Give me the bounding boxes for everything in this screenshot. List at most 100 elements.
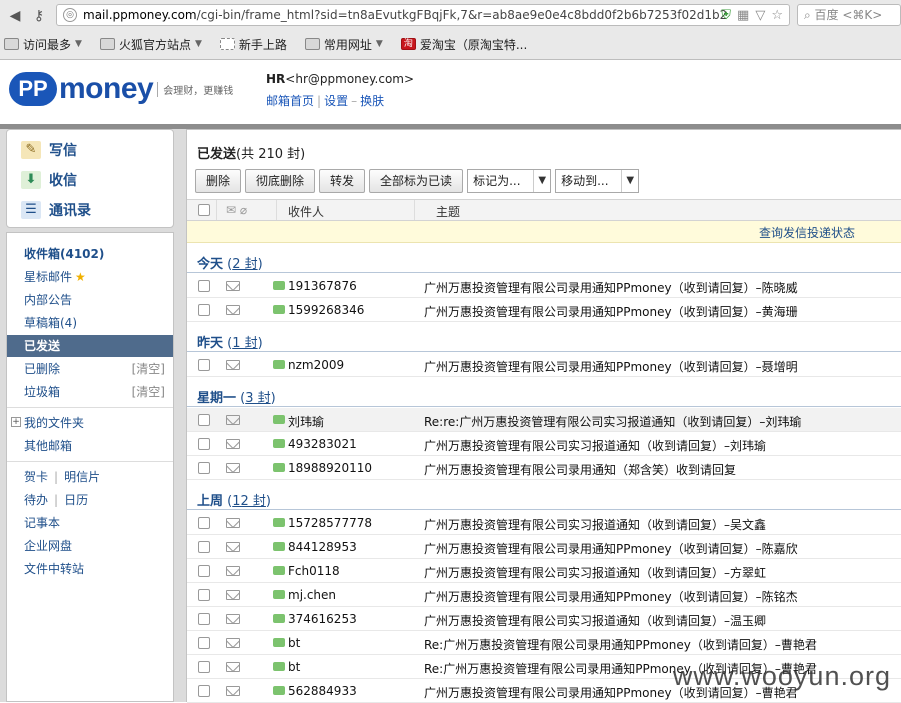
group-count-link[interactable]: 3 封 [245, 391, 270, 406]
table-row[interactable]: 1599268346 广州万惠投资管理有限公司录用通知PPmoney（收到请回复）… [187, 298, 901, 322]
mark-as-select[interactable]: 标记为... ▼ [467, 169, 552, 193]
folder-inbox[interactable]: 收件箱(4102) [7, 243, 173, 265]
subject[interactable]: 广州万惠投资管理有限公司实习报道通知（收到请回复）–吴文鑫 [424, 516, 766, 533]
row-checkbox[interactable] [198, 661, 210, 673]
clear-spam-link[interactable]: [清空] [132, 381, 165, 403]
recipient[interactable]: 493283021 [288, 437, 357, 451]
subject[interactable]: 广州万惠投资管理有限公司实习报道通知（收到请回复）–刘玮瑜 [424, 437, 766, 454]
subject[interactable]: 广州万惠投资管理有限公司录用通知（郑含笑）收到请回复 [424, 461, 736, 478]
subject[interactable]: 广州万惠投资管理有限公司实习报道通知（收到请回复）–方翠虹 [424, 564, 766, 581]
recipient[interactable]: 562884933 [288, 684, 357, 698]
recipient[interactable]: 18988920110 [288, 461, 372, 475]
folder-starred[interactable]: 星标邮件 ★ [7, 266, 173, 288]
table-row[interactable]: nzm2009 广州万惠投资管理有限公司录用通知PPmoney（收到请回复）–聂增… [187, 353, 901, 377]
folder-drafts[interactable]: 草稿箱(4) [7, 312, 173, 334]
row-checkbox[interactable] [198, 685, 210, 697]
recipient[interactable]: 1599268346 [288, 303, 364, 317]
link-postcard[interactable]: 明信片 [64, 470, 100, 484]
delivery-status-link[interactable]: 查询发信投递状态 [759, 224, 855, 241]
envelope-attachment-icon[interactable]: ✉ ⌀ [226, 203, 247, 217]
folder-announcements[interactable]: 内部公告 [7, 289, 173, 311]
row-checkbox[interactable] [198, 280, 210, 292]
shield-icon[interactable]: ⛨ [721, 8, 731, 23]
group-count[interactable]: (12 封) [223, 494, 271, 509]
recipient[interactable]: 刘玮瑜 [288, 413, 324, 430]
star-bookmark-icon[interactable]: ☆ [771, 8, 783, 23]
qr-code-icon[interactable]: ▦ [737, 8, 749, 23]
recipient[interactable]: bt [288, 636, 300, 650]
table-row[interactable]: 493283021 广州万惠投资管理有限公司实习报道通知（收到请回复）–刘玮瑜 [187, 432, 901, 456]
row-checkbox[interactable] [198, 589, 210, 601]
col-recipient[interactable]: 收件人 [288, 203, 324, 220]
subject[interactable]: Re:re:广州万惠投资管理有限公司实习报道通知（收到请回复）–刘玮瑜 [424, 413, 801, 430]
subject[interactable]: Re:广州万惠投资管理有限公司录用通知PPmoney（收到请回复）–曹艳君 [424, 636, 817, 653]
table-row[interactable]: 18988920110 广州万惠投资管理有限公司录用通知（郑含笑）收到请回复 [187, 456, 901, 480]
receive-button[interactable]: ⬇ 收信 [21, 169, 77, 191]
link-calendar[interactable]: 日历 [64, 493, 88, 507]
bookmark-most-visited[interactable]: 访问最多 ▼ [4, 36, 82, 53]
group-count[interactable]: (1 封) [223, 336, 263, 351]
recipient[interactable]: Fch0118 [288, 564, 340, 578]
back-icon[interactable]: ◀ [6, 7, 24, 25]
table-row[interactable]: 374616253 广州万惠投资管理有限公司实习报道通知（收到请回复）–温玉卿 [187, 607, 901, 631]
link-notepad[interactable]: 记事本 [7, 512, 173, 534]
group-count-link[interactable]: 1 封 [232, 336, 257, 351]
table-row[interactable]: 15728577778 广州万惠投资管理有限公司实习报道通知（收到请回复）–吴文鑫 [187, 511, 901, 535]
group-count-link[interactable]: 2 封 [232, 257, 257, 272]
other-mailbox[interactable]: 其他邮箱 [7, 435, 173, 457]
expand-icon[interactable]: + [11, 417, 21, 427]
table-row[interactable]: 191367876 广州万惠投资管理有限公司录用通知PPmoney（收到请回复）–… [187, 274, 901, 298]
recipient[interactable]: 844128953 [288, 540, 357, 554]
table-row[interactable]: Fch0118 广州万惠投资管理有限公司实习报道通知（收到请回复）–方翠虹 [187, 559, 901, 583]
link-mail-home[interactable]: 邮箱首页 [266, 94, 314, 108]
bookmark-getting-started[interactable]: 新手上路 [219, 36, 287, 53]
col-subject[interactable]: 主题 [436, 203, 460, 220]
row-checkbox[interactable] [198, 304, 210, 316]
link-settings[interactable]: 设置 [324, 94, 348, 108]
recipient[interactable]: 15728577778 [288, 516, 372, 530]
recipient[interactable]: mj.chen [288, 588, 336, 602]
group-count[interactable]: (2 封) [223, 257, 263, 272]
folder-deleted[interactable]: 已删除 [清空] [7, 358, 173, 380]
subject[interactable]: 广州万惠投资管理有限公司录用通知PPmoney（收到请回复）–陈晓威 [424, 279, 798, 296]
my-folders[interactable]: + 我的文件夹 [7, 412, 173, 434]
ppmoney-logo[interactable]: PP money 会理财，更赚钱 [9, 72, 233, 106]
row-checkbox[interactable] [198, 438, 210, 450]
link-file-transfer[interactable]: 文件中转站 [7, 558, 173, 580]
link-todo[interactable]: 待办 [24, 493, 48, 507]
write-button[interactable]: ✎ 写信 [21, 139, 77, 161]
group-count-link[interactable]: 12 封 [232, 494, 266, 509]
subject[interactable]: 广州万惠投资管理有限公司录用通知PPmoney（收到请回复）–黄海珊 [424, 303, 798, 320]
subject[interactable]: 广州万惠投资管理有限公司录用通知PPmoney（收到请回复）–陈铭杰 [424, 588, 798, 605]
subject[interactable]: 广州万惠投资管理有限公司录用通知PPmoney（收到请回复）–陈嘉欣 [424, 540, 798, 557]
row-checkbox[interactable] [198, 565, 210, 577]
move-to-select[interactable]: 移动到... ▼ [555, 169, 640, 193]
subject[interactable]: 广州万惠投资管理有限公司实习报道通知（收到请回复）–温玉卿 [424, 612, 766, 629]
folder-spam[interactable]: 垃圾箱 [清空] [7, 381, 173, 403]
clear-deleted-link[interactable]: [清空] [132, 358, 165, 380]
recipient[interactable]: 191367876 [288, 279, 357, 293]
row-checkbox[interactable] [198, 637, 210, 649]
delete-button[interactable]: 删除 [195, 169, 242, 193]
url-bar[interactable]: ◎ mail.ppmoney.com/cgi-bin/frame_html?si… [56, 4, 790, 26]
mark-all-read-button[interactable]: 全部标为已读 [369, 169, 464, 193]
row-checkbox[interactable] [198, 462, 210, 474]
table-row[interactable]: 844128953 广州万惠投资管理有限公司录用通知PPmoney（收到请回复）–… [187, 535, 901, 559]
row-checkbox[interactable] [198, 414, 210, 426]
row-checkbox[interactable] [198, 517, 210, 529]
bookmark-taobao[interactable]: 淘爱淘宝（原淘宝特... [400, 36, 527, 53]
table-row[interactable]: mj.chen 广州万惠投资管理有限公司录用通知PPmoney（收到请回复）–陈铭… [187, 583, 901, 607]
search-input[interactable]: ⌕ 百度 <⌘K> [797, 4, 901, 26]
link-greeting-card[interactable]: 贺卡 [24, 470, 48, 484]
group-count[interactable]: (3 封) [236, 391, 276, 406]
delete-permanently-button[interactable]: 彻底删除 [245, 169, 316, 193]
select-all-checkbox[interactable] [198, 204, 210, 216]
bookmark-common-sites[interactable]: 常用网址 ▼ [304, 36, 383, 53]
dropdown-arrow-icon[interactable]: ▽ [755, 8, 765, 23]
row-checkbox[interactable] [198, 613, 210, 625]
link-skin[interactable]: 换肤 [360, 94, 384, 108]
recipient[interactable]: nzm2009 [288, 358, 344, 372]
subject[interactable]: 广州万惠投资管理有限公司录用通知PPmoney（收到请回复）–聂增明 [424, 358, 798, 375]
recipient[interactable]: bt [288, 660, 300, 674]
folder-sent[interactable]: 已发送 [7, 335, 173, 357]
